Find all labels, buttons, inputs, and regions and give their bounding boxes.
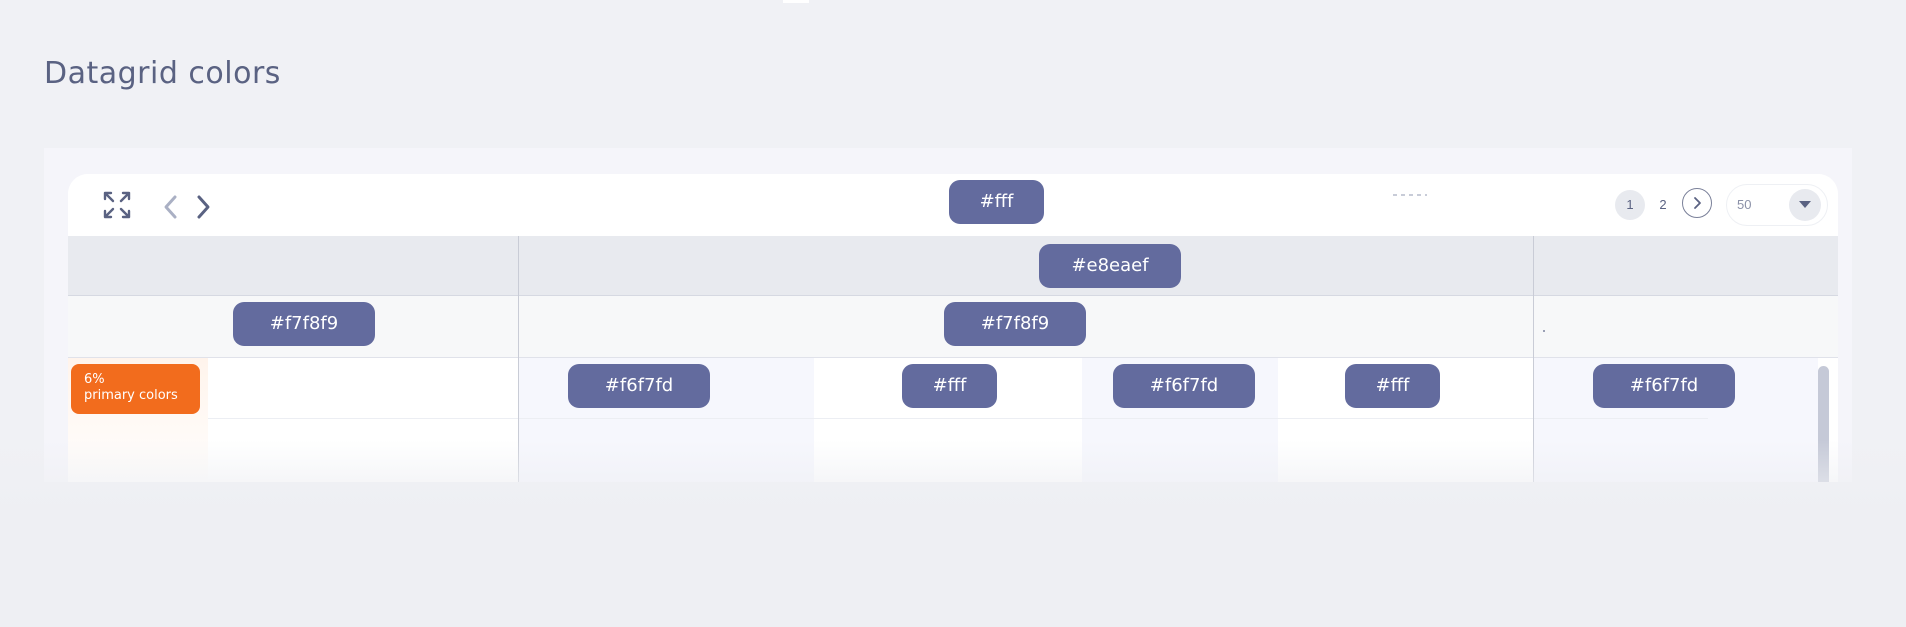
caret-down-icon: [1789, 189, 1821, 221]
page-size-value: 50: [1737, 197, 1752, 212]
next-page-button[interactable]: [1682, 188, 1712, 218]
toolbar-color-chip: #fff: [949, 180, 1044, 224]
header-row-group: #e8eaef: [68, 236, 1838, 296]
cell-color-chip-1: #f6f7fd: [568, 364, 710, 408]
page-button-1[interactable]: 1: [1615, 190, 1645, 220]
cell-color-chip-4: #fff: [1345, 364, 1440, 408]
datagrid-body: 6% primary colors #f6f7fd #fff #f6f7fd #…: [68, 358, 1838, 482]
page-button-2[interactable]: 2: [1648, 190, 1678, 220]
datagrid-panel: #fff 1 2 50 #e8eaef #f7f8f9 #f7f8f9 6% p…: [44, 148, 1852, 482]
cell-color-chip-2: #fff: [902, 364, 997, 408]
badge-percent: 6%: [84, 372, 105, 387]
column-divider: [1533, 236, 1534, 482]
vertical-scrollbar[interactable]: [1818, 366, 1829, 482]
row-divider: [208, 418, 1708, 419]
cell-color-chip-5: #f6f7fd: [1593, 364, 1735, 408]
chevron-left-icon[interactable]: [160, 194, 182, 220]
primary-colors-badge: 6% primary colors: [71, 364, 200, 414]
page-size-select[interactable]: 50: [1726, 184, 1828, 226]
dash-mark: [1393, 194, 1427, 196]
chevron-right-small-icon: [1694, 197, 1701, 209]
page-title: Datagrid colors: [44, 56, 281, 91]
header-column-color-chip-2: #f7f8f9: [944, 302, 1086, 346]
expand-icon[interactable]: [102, 190, 132, 220]
header-column-color-chip-1: #f7f8f9: [233, 302, 375, 346]
badge-label: primary colors: [84, 388, 178, 403]
top-notch: [783, 0, 809, 3]
column-divider: [518, 236, 519, 482]
datagrid-toolbar: #fff 1 2 50: [68, 174, 1838, 236]
datagrid: #fff 1 2 50 #e8eaef #f7f8f9 #f7f8f9 6% p…: [68, 174, 1838, 482]
chevron-right-icon[interactable]: [192, 194, 214, 220]
header-group-color-chip: #e8eaef: [1039, 244, 1181, 288]
cell-color-chip-3: #f6f7fd: [1113, 364, 1255, 408]
header-row-columns: #f7f8f9 #f7f8f9: [68, 296, 1838, 358]
tiny-dot: [1543, 330, 1545, 332]
